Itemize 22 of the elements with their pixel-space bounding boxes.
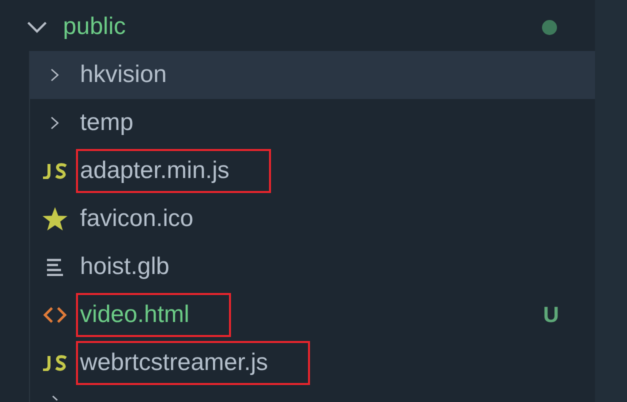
tree-item[interactable]: adapter.min.js [30, 147, 595, 195]
tree-item[interactable]: favicon.ico [30, 195, 595, 243]
code-brackets-icon [43, 306, 67, 324]
chevron-icon [52, 395, 58, 401]
file-name: favicon.ico [79, 204, 194, 234]
file-name: temp [79, 108, 134, 138]
star-icon [42, 206, 68, 232]
tree-item[interactable]: hoist.glb [30, 243, 595, 291]
js-file-icon [42, 163, 68, 179]
file-name: video.html [78, 295, 230, 335]
js-file-icon [42, 355, 68, 371]
folder-name[interactable]: public [61, 7, 128, 47]
tree-item[interactable]: video.html U [30, 291, 595, 339]
tree-item[interactable]: webrtcstreamer.js [30, 339, 595, 387]
tree-item[interactable]: temp [30, 99, 595, 147]
file-name: webrtcstreamer.js [78, 343, 308, 383]
git-status: U [543, 302, 559, 328]
text-lines-icon [46, 258, 64, 276]
file-name: hoist.glb [79, 252, 170, 282]
file-name: adapter.min.js [78, 151, 270, 191]
file-name: hkvision [79, 60, 168, 90]
tree-item[interactable]: hkvision [30, 51, 595, 99]
